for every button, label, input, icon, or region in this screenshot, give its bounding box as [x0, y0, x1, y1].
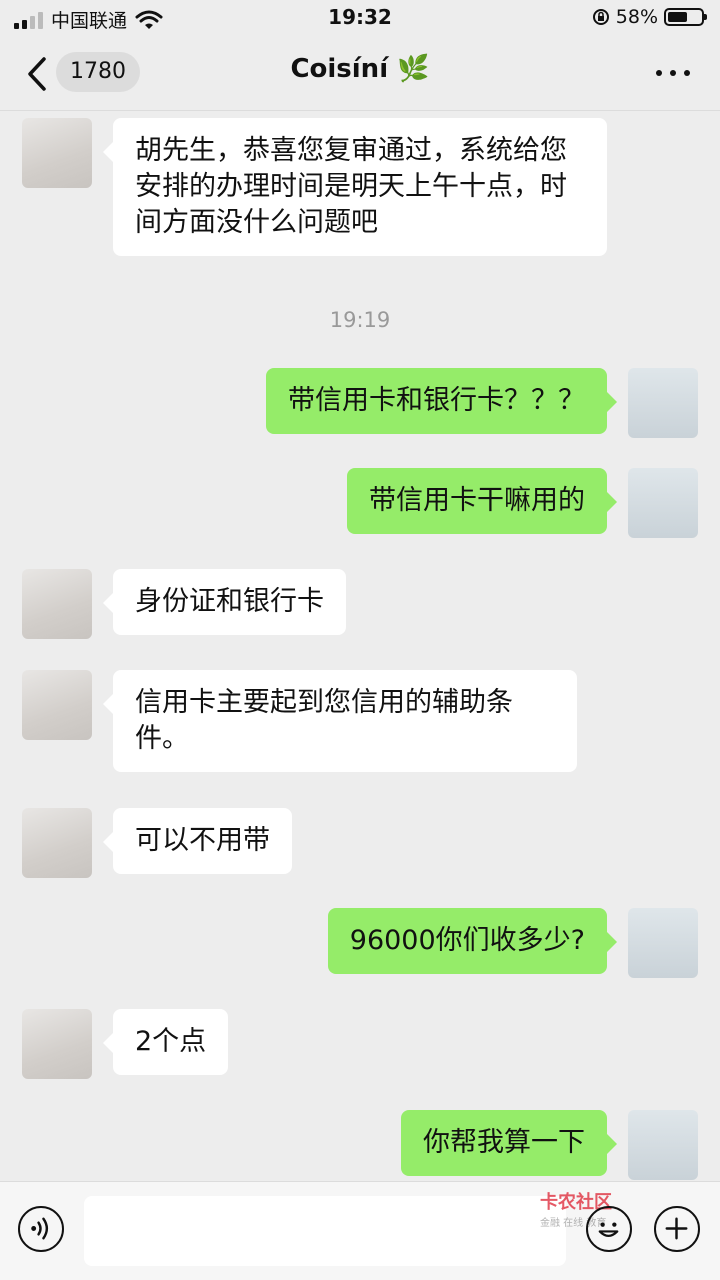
voice-icon[interactable]	[18, 1206, 64, 1252]
message-timestamp: 19:19	[329, 308, 391, 332]
my-avatar[interactable]	[628, 368, 698, 438]
battery-icon	[664, 8, 707, 26]
chat-title-text: Coisíní	[290, 54, 389, 84]
lock-rotation-icon	[592, 9, 609, 25]
message-row: 信用卡主要起到您信用的辅助条件。	[0, 670, 720, 778]
message-bubble[interactable]: 2个点	[102, 1009, 229, 1075]
contact-avatar[interactable]	[22, 808, 92, 878]
message-row: 2个点	[0, 1009, 720, 1081]
contact-avatar[interactable]	[22, 569, 92, 639]
message-row: 你帮我算一下	[0, 1110, 720, 1182]
emoji-icon[interactable]	[586, 1206, 632, 1252]
message-bubble[interactable]: 身份证和银行卡	[103, 569, 346, 635]
message-row: 带信用卡干嘛用的	[0, 468, 720, 540]
message-bubble[interactable]: 带信用卡和银行卡？？？	[266, 368, 617, 434]
message-row: 96000你们收多少?	[0, 908, 720, 980]
my-avatar[interactable]	[628, 468, 698, 538]
status-right: 58%	[592, 6, 707, 28]
message-bubble[interactable]: 带信用卡干嘛用的	[347, 468, 617, 534]
input-bar: 卡农社区 金融 在线 教育	[0, 1181, 720, 1280]
chat-header: 1780 Coisíní 🌿	[0, 38, 720, 111]
message-bubble[interactable]: 可以不用带	[103, 808, 292, 874]
leaf-emoji: 🌿	[397, 54, 430, 84]
message-bubble[interactable]: 胡先生，恭喜您复审通过，系统给您安排的办理时间是明天上午十点，时间方面没什么问题…	[103, 118, 607, 256]
status-bar: 中国联通 19:32 58%	[0, 0, 720, 38]
chat-title: Coisíní 🌿	[0, 54, 720, 84]
contact-avatar[interactable]	[22, 118, 92, 188]
message-row: 可以不用带	[0, 808, 720, 880]
battery-percent: 58%	[615, 6, 658, 28]
message-bubble[interactable]: 你帮我算一下	[401, 1110, 617, 1176]
more-icon[interactable]	[656, 70, 690, 76]
my-avatar[interactable]	[628, 1110, 698, 1180]
contact-avatar[interactable]	[22, 670, 92, 740]
plus-icon[interactable]	[654, 1206, 700, 1252]
my-avatar[interactable]	[628, 908, 698, 978]
message-input[interactable]	[84, 1196, 566, 1266]
contact-avatar[interactable]	[22, 1009, 92, 1079]
message-bubble[interactable]: 信用卡主要起到您信用的辅助条件。	[103, 670, 577, 772]
message-row: 胡先生，恭喜您复审通过，系统给您安排的办理时间是明天上午十点，时间方面没什么问题…	[0, 118, 720, 268]
message-bubble[interactable]: 96000你们收多少?	[327, 908, 618, 974]
message-row: 身份证和银行卡	[0, 569, 720, 641]
message-row: 带信用卡和银行卡？？？	[0, 368, 720, 440]
